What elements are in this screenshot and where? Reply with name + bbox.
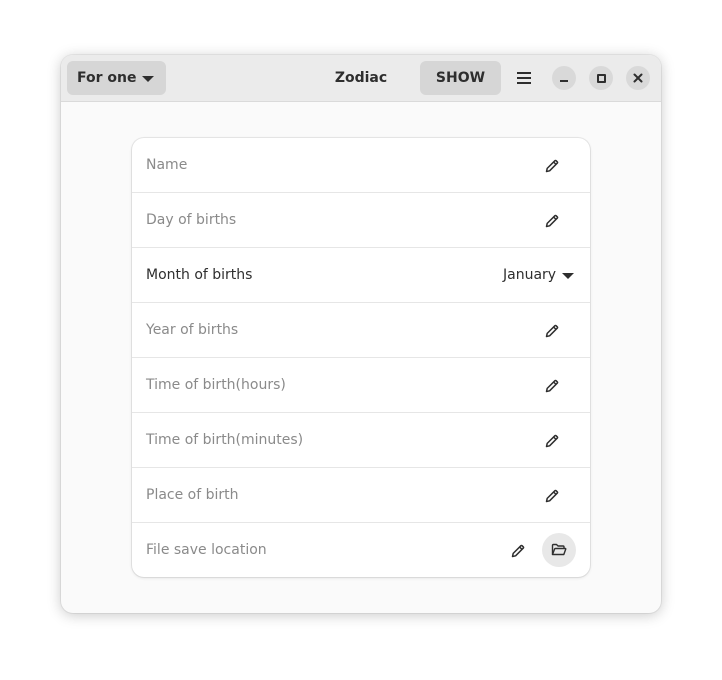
mode-dropdown-label: For one: [77, 70, 137, 86]
chevron-down-icon[interactable]: [562, 273, 574, 279]
minimize-icon: [560, 80, 568, 82]
file-location-field[interactable]: File save location: [146, 523, 267, 577]
hours-field[interactable]: Time of birth(hours): [146, 358, 286, 413]
name-field[interactable]: Name: [146, 138, 187, 193]
maximize-button[interactable]: [589, 66, 613, 90]
year-field[interactable]: Year of births: [146, 303, 238, 358]
pencil-icon: [511, 544, 525, 558]
close-icon: [633, 73, 643, 83]
headerbar: For one Zodiac SHOW: [61, 55, 661, 102]
year-row[interactable]: Year of births: [132, 303, 590, 358]
chevron-down-icon: [142, 76, 154, 82]
main-menu-button[interactable]: [510, 64, 538, 92]
pencil-icon: [545, 489, 559, 503]
close-button[interactable]: [626, 66, 650, 90]
folder-open-icon: [551, 543, 567, 556]
day-row[interactable]: Day of births: [132, 193, 590, 248]
pencil-icon: [545, 379, 559, 393]
file-location-row[interactable]: File save location: [132, 523, 590, 577]
minutes-row[interactable]: Time of birth(minutes): [132, 413, 590, 468]
place-row[interactable]: Place of birth: [132, 468, 590, 523]
zodiac-window: For one Zodiac SHOW Name Day of births M…: [61, 55, 661, 613]
show-button[interactable]: SHOW: [420, 61, 501, 95]
birth-form: Name Day of births Month of births Janua…: [132, 138, 590, 577]
pencil-icon: [545, 324, 559, 338]
pencil-icon: [545, 214, 559, 228]
place-field[interactable]: Place of birth: [146, 468, 239, 523]
window-title: Zodiac: [334, 70, 388, 86]
pencil-icon: [545, 434, 559, 448]
month-label: Month of births: [146, 267, 253, 283]
hamburger-menu-icon: [517, 72, 531, 74]
pencil-icon: [545, 159, 559, 173]
month-dropdown[interactable]: January: [503, 248, 556, 303]
day-field[interactable]: Day of births: [146, 193, 236, 248]
minutes-field[interactable]: Time of birth(minutes): [146, 413, 303, 468]
maximize-icon: [597, 74, 606, 83]
choose-folder-button[interactable]: [542, 533, 576, 567]
name-row[interactable]: Name: [132, 138, 590, 193]
hours-row[interactable]: Time of birth(hours): [132, 358, 590, 413]
minimize-button[interactable]: [552, 66, 576, 90]
month-row[interactable]: Month of births January: [132, 248, 590, 303]
mode-dropdown[interactable]: For one: [67, 61, 166, 95]
